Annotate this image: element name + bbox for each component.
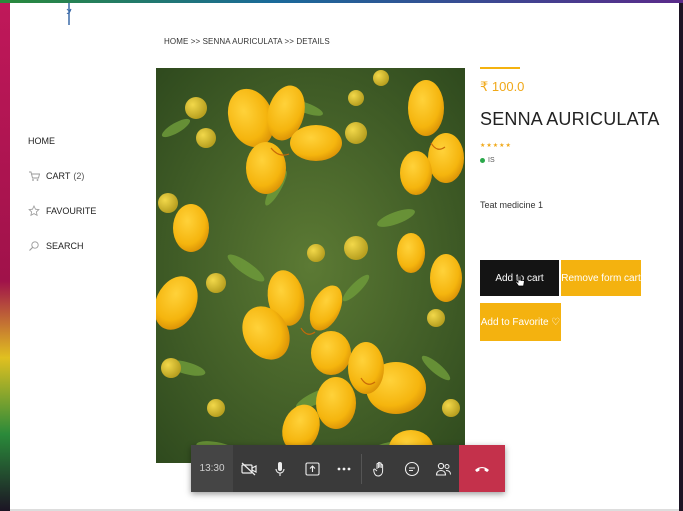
desktop-frame-left [0, 0, 10, 511]
product-image [156, 68, 465, 463]
more-icon[interactable] [328, 445, 360, 492]
nav-cart[interactable]: CART (2) [27, 166, 147, 186]
senna-flower-photo [156, 68, 465, 463]
stock-status: IS [480, 157, 670, 164]
cart-button-row: Add to cart Remove form cart [480, 260, 641, 296]
nav-home[interactable]: HOME [28, 131, 147, 151]
remove-from-cart-button[interactable]: Remove form cart [561, 260, 641, 296]
nav-home-label: HOME [28, 136, 55, 146]
chat-icon[interactable] [396, 445, 428, 492]
mic-icon[interactable] [265, 445, 297, 492]
nav-favourite[interactable]: FAVOURITE [27, 201, 147, 221]
hang-up-icon[interactable] [459, 445, 506, 492]
meeting-timer: 13:30 [191, 445, 234, 492]
product-title: SENNA AURICULATA [480, 109, 660, 129]
add-to-favorite-button[interactable]: Add to Favorite ♡ [480, 303, 561, 341]
nav-search[interactable]: SEARCH [27, 236, 147, 256]
share-screen-icon[interactable] [296, 445, 328, 492]
stock-label: IS [488, 157, 495, 164]
page: HOME >> SENNA AURICULATA >> DETAILS HOME… [10, 3, 679, 511]
product-details: ₹ 100.0 SENNA AURICULATA ★★★★★ IS Teat m… [480, 67, 670, 210]
breadcrumb: HOME >> SENNA AURICULATA >> DETAILS [164, 37, 330, 46]
rating-stars: ★★★★★ [480, 143, 512, 149]
hand-cursor-icon [515, 275, 525, 287]
product-description: Teat medicine 1 [480, 200, 544, 210]
price-accent-bar [480, 67, 520, 69]
product-price: ₹ 100.0 [480, 79, 525, 94]
side-nav: HOME CART (2) FAVOURITE SEARCH [27, 131, 147, 271]
nav-search-label: SEARCH [46, 241, 84, 251]
nav-favourite-label: FAVOURITE [46, 206, 97, 216]
cart-icon [27, 169, 41, 183]
cart-count: (2) [73, 171, 85, 181]
star-icon [27, 204, 41, 218]
camera-off-icon[interactable] [233, 445, 265, 492]
toolbar-divider [361, 453, 363, 484]
participants-icon[interactable] [428, 445, 460, 492]
logo-icon [66, 3, 72, 25]
stock-dot-icon [480, 158, 485, 163]
meeting-control-bar: 13:30 [191, 445, 506, 492]
raise-hand-icon[interactable] [364, 445, 396, 492]
search-icon [27, 239, 41, 253]
nav-cart-label: CART [46, 171, 71, 181]
